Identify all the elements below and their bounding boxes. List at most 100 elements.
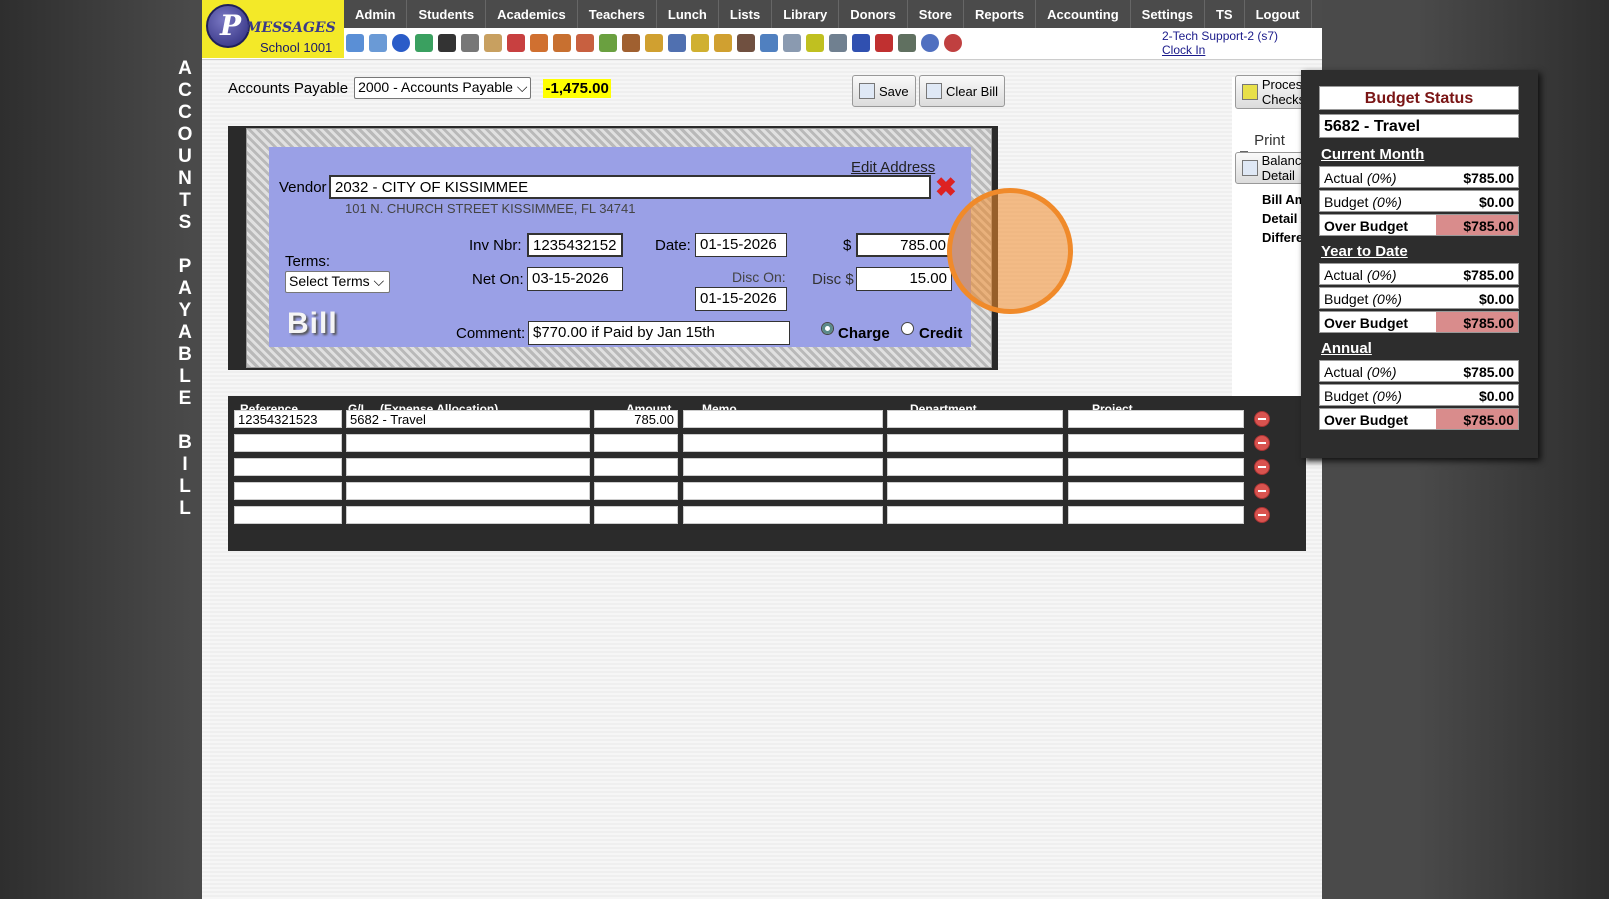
- pdf-icon[interactable]: [875, 34, 893, 52]
- help-icon[interactable]: [921, 34, 939, 52]
- gl-cell[interactable]: [346, 458, 590, 476]
- menu-students[interactable]: Students: [407, 0, 487, 28]
- people-icon[interactable]: [622, 34, 640, 52]
- disc-on-field[interactable]: 01-15-2026: [695, 287, 787, 311]
- cash-icon[interactable]: [599, 34, 617, 52]
- remove-row-icon[interactable]: [1254, 507, 1270, 523]
- speaker-icon[interactable]: [461, 34, 479, 52]
- amount-cell[interactable]: [594, 482, 678, 500]
- menu-admin[interactable]: Admin: [344, 0, 408, 28]
- list-icon[interactable]: [783, 34, 801, 52]
- book-icon[interactable]: [668, 34, 686, 52]
- broom-icon[interactable]: [691, 34, 709, 52]
- amount-field[interactable]: 785.00: [856, 233, 952, 257]
- project-cell[interactable]: [1068, 410, 1244, 428]
- remove-row-icon[interactable]: [1254, 435, 1270, 451]
- ap-icon[interactable]: [852, 34, 870, 52]
- memo-cell[interactable]: [683, 482, 883, 500]
- amount-cell[interactable]: [594, 434, 678, 452]
- menu-reports[interactable]: Reports: [964, 0, 1037, 28]
- department-cell[interactable]: [887, 458, 1063, 476]
- menu-accounting[interactable]: Accounting: [1036, 0, 1131, 28]
- calendar-small-icon[interactable]: [484, 34, 502, 52]
- department-cell[interactable]: [887, 506, 1063, 524]
- gl-cell[interactable]: [346, 434, 590, 452]
- memo-cell[interactable]: [683, 434, 883, 452]
- gl-cell[interactable]: [346, 482, 590, 500]
- amount-cell[interactable]: [594, 458, 678, 476]
- menu-settings[interactable]: Settings: [1131, 0, 1205, 28]
- megaphone-icon[interactable]: [530, 34, 548, 52]
- app-logo[interactable]: P MESSAGES School 1001: [202, 0, 344, 58]
- memo-cell[interactable]: [683, 410, 883, 428]
- menu-lists[interactable]: Lists: [719, 0, 773, 28]
- project-cell[interactable]: [1068, 434, 1244, 452]
- budget-section-title[interactable]: Annual: [1321, 340, 1372, 357]
- phone-icon[interactable]: [438, 34, 456, 52]
- remove-vendor-icon[interactable]: ✖: [935, 174, 957, 200]
- department-cell[interactable]: [887, 482, 1063, 500]
- credit-radio[interactable]: [901, 322, 914, 335]
- reference-cell[interactable]: [234, 482, 342, 500]
- amount-cell[interactable]: 785.00: [594, 410, 678, 428]
- department-cell[interactable]: [887, 434, 1063, 452]
- net-on-field[interactable]: 03-15-2026: [527, 267, 623, 291]
- clock-icon[interactable]: [760, 34, 778, 52]
- reference-cell[interactable]: [234, 434, 342, 452]
- memo-cell[interactable]: [683, 458, 883, 476]
- amount-cell[interactable]: [594, 506, 678, 524]
- lunch-icon[interactable]: [645, 34, 663, 52]
- calendar-icon[interactable]: [507, 34, 525, 52]
- vendor-field[interactable]: 2032 - CITY OF KISSIMMEE: [329, 175, 931, 199]
- date-field[interactable]: 01-15-2026: [695, 233, 787, 257]
- remove-row-icon[interactable]: [1254, 459, 1270, 475]
- vertical-title-letter: [170, 234, 200, 256]
- clear-bill-button[interactable]: Clear Bill: [919, 75, 1006, 107]
- grid-icon[interactable]: [369, 34, 387, 52]
- gl-cell[interactable]: [346, 506, 590, 524]
- menu-logout[interactable]: Logout: [1245, 0, 1312, 28]
- staff-icon[interactable]: [576, 34, 594, 52]
- department-cell[interactable]: [887, 410, 1063, 428]
- user-icon[interactable]: [737, 34, 755, 52]
- search-icon[interactable]: [346, 34, 364, 52]
- teacher-icon[interactable]: [553, 34, 571, 52]
- save-button[interactable]: Save: [852, 75, 916, 107]
- memo-cell[interactable]: [683, 506, 883, 524]
- project-cell[interactable]: [1068, 506, 1244, 524]
- menu-teachers[interactable]: Teachers: [578, 0, 657, 28]
- clock-in-link[interactable]: Clock In: [1162, 43, 1278, 57]
- card-icon[interactable]: [806, 34, 824, 52]
- reference-cell[interactable]: [234, 458, 342, 476]
- terms-select[interactable]: Select Terms ⌵: [285, 271, 390, 293]
- reference-cell[interactable]: 12354321523: [234, 410, 342, 428]
- budget-status-panel: Budget Status 5682 - Travel Current Mont…: [1301, 70, 1538, 458]
- power-icon[interactable]: [944, 34, 962, 52]
- money-icon[interactable]: [898, 34, 916, 52]
- budget-section-title[interactable]: Current Month: [1321, 146, 1424, 163]
- email-icon[interactable]: [392, 34, 410, 52]
- chat-icon[interactable]: [415, 34, 433, 52]
- menu-store[interactable]: Store: [908, 0, 965, 28]
- project-cell[interactable]: [1068, 482, 1244, 500]
- menu-lunch[interactable]: Lunch: [657, 0, 719, 28]
- reference-cell[interactable]: [234, 506, 342, 524]
- budget-section-title[interactable]: Year to Date: [1321, 243, 1408, 260]
- remove-row-icon[interactable]: [1254, 411, 1270, 427]
- remove-row-icon[interactable]: [1254, 483, 1270, 499]
- gl-cell[interactable]: 5682 - Travel: [346, 410, 590, 428]
- disc-amount-field[interactable]: 15.00: [856, 267, 952, 291]
- printer-icon[interactable]: [829, 34, 847, 52]
- forward-icon[interactable]: [714, 34, 732, 52]
- accounts-payable-select[interactable]: 2000 - Accounts Payable ⌵: [354, 77, 532, 99]
- vertical-title-letter: B: [178, 344, 192, 365]
- menu-academics[interactable]: Academics: [486, 0, 578, 28]
- comment-field[interactable]: $770.00 if Paid by Jan 15th: [528, 321, 790, 345]
- inv-nbr-field[interactable]: 1235432152: [527, 233, 623, 257]
- menu-ts[interactable]: TS: [1205, 0, 1245, 28]
- charge-radio[interactable]: [821, 322, 834, 335]
- project-cell[interactable]: [1068, 458, 1244, 476]
- edit-address-link[interactable]: Edit Address: [851, 159, 935, 176]
- menu-donors[interactable]: Donors: [839, 0, 908, 28]
- menu-library[interactable]: Library: [772, 0, 840, 28]
